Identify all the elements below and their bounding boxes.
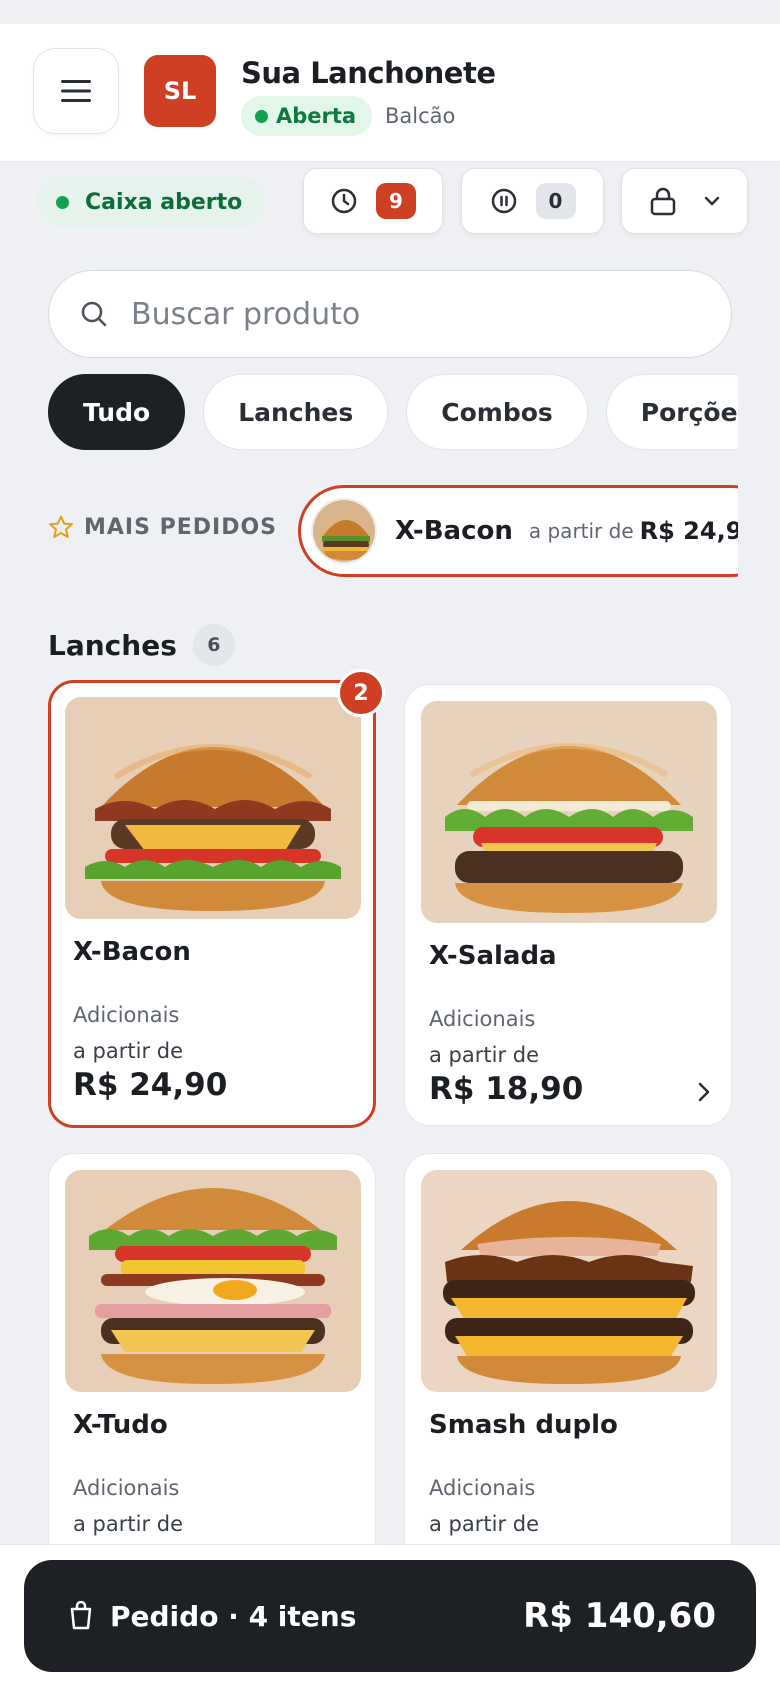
section-title: Lanches [48,628,177,662]
app-header: SL Sua Lanchonete Aberta Balcão [0,24,780,162]
cash-register-status: Caixa aberto [36,177,267,227]
menu-icon [61,80,91,102]
most-ordered-label: MAIS PEDIDOS [84,514,278,540]
product-name: X-Salada [429,941,557,971]
product-name: Smash duplo [429,1410,618,1440]
product-from-label: a partir de [73,1039,184,1063]
cash-status-label: Caixa aberto [85,189,243,215]
product-image-x-bacon [65,697,361,919]
product-image-x-tudo [65,1170,361,1392]
most-ordered-price: R$ 24,90 [639,517,738,545]
category-chip-tudo[interactable]: Tudo [48,374,186,450]
star-icon [49,515,73,538]
bag-icon [70,1601,92,1630]
service-mode-label: Balcão [385,104,456,128]
product-price: R$ 24,90 [73,1067,228,1103]
pending-orders-button[interactable]: 9 [303,168,443,234]
paused-count-badge: 0 [535,183,576,219]
category-chip-combos[interactable]: Combos [406,374,588,450]
product-from-label: a partir de [73,1512,184,1536]
product-image-x-salada [421,701,717,923]
category-chip-porcoes[interactable]: Porções [605,374,738,450]
most-ordered-name: X-Bacon [395,516,513,546]
pause-icon [491,188,516,214]
most-ordered-strip: MAIS PEDIDOS X-Bacon a partir de R$ 24,9… [48,484,738,580]
product-addons-label: Adicionais [73,1476,180,1500]
store-avatar: SL [144,55,216,127]
product-addons-label: Adicionais [73,1003,180,1027]
product-addons-label: Adicionais [429,1476,536,1500]
product-card-smash-duplo[interactable]: Smash duplo Adicionais a partir de [404,1153,732,1573]
product-from-label: a partir de [429,1043,540,1067]
view-order-button[interactable]: Pedido · 4 itens R$ 140,60 [24,1560,756,1672]
product-image-smash-duplo [421,1170,717,1392]
store-status-badge: Aberta [241,96,373,136]
search-input[interactable] [131,296,691,332]
product-price: R$ 18,90 [429,1071,584,1107]
product-card-x-tudo[interactable]: X-Tudo Adicionais a partir de [48,1153,376,1573]
product-addons-label: Adicionais [429,1007,536,1031]
chevron-down-icon [704,196,719,206]
product-name: X-Bacon [73,937,191,967]
pending-count-badge: 9 [376,183,416,219]
order-total: R$ 140,60 [523,1596,716,1636]
section-header: Lanches 6 [48,624,235,666]
cash-status-dot [56,195,69,209]
product-name: X-Tudo [73,1410,168,1440]
category-chip-lanches[interactable]: Lanches [203,374,389,450]
section-count-badge: 6 [192,624,235,666]
store-status-label: Aberta [276,104,357,128]
top-strip [0,0,780,24]
order-summary-label: Pedido · 4 itens [110,1599,357,1633]
menu-button[interactable] [33,48,119,134]
chevron-right-icon [698,1082,710,1102]
paused-orders-button[interactable]: 0 [461,168,604,234]
burger-thumbnail [311,498,377,564]
lock-icon [650,187,675,216]
product-qty-badge: 2 [337,669,385,717]
store-name: Sua Lanchonete [241,56,496,90]
search-bar[interactable] [48,270,732,358]
product-card-x-salada[interactable]: X-Salada Adicionais a partir de R$ 18,90 [404,684,732,1126]
most-ordered-heading: MAIS PEDIDOS [48,514,277,540]
most-ordered-from-label: a partir de [528,519,634,543]
product-from-label: a partir de [429,1512,540,1536]
product-card-x-bacon[interactable]: X-Bacon Adicionais a partir de R$ 24,90 … [48,669,385,1128]
most-ordered-item[interactable]: X-Bacon a partir de R$ 24,90 [298,485,738,577]
lock-menu-button[interactable] [621,168,748,234]
category-tabs: Tudo Lanches Combos Porções [48,374,738,450]
status-dot [255,109,268,123]
clock-icon [331,188,357,214]
search-icon [81,301,107,327]
